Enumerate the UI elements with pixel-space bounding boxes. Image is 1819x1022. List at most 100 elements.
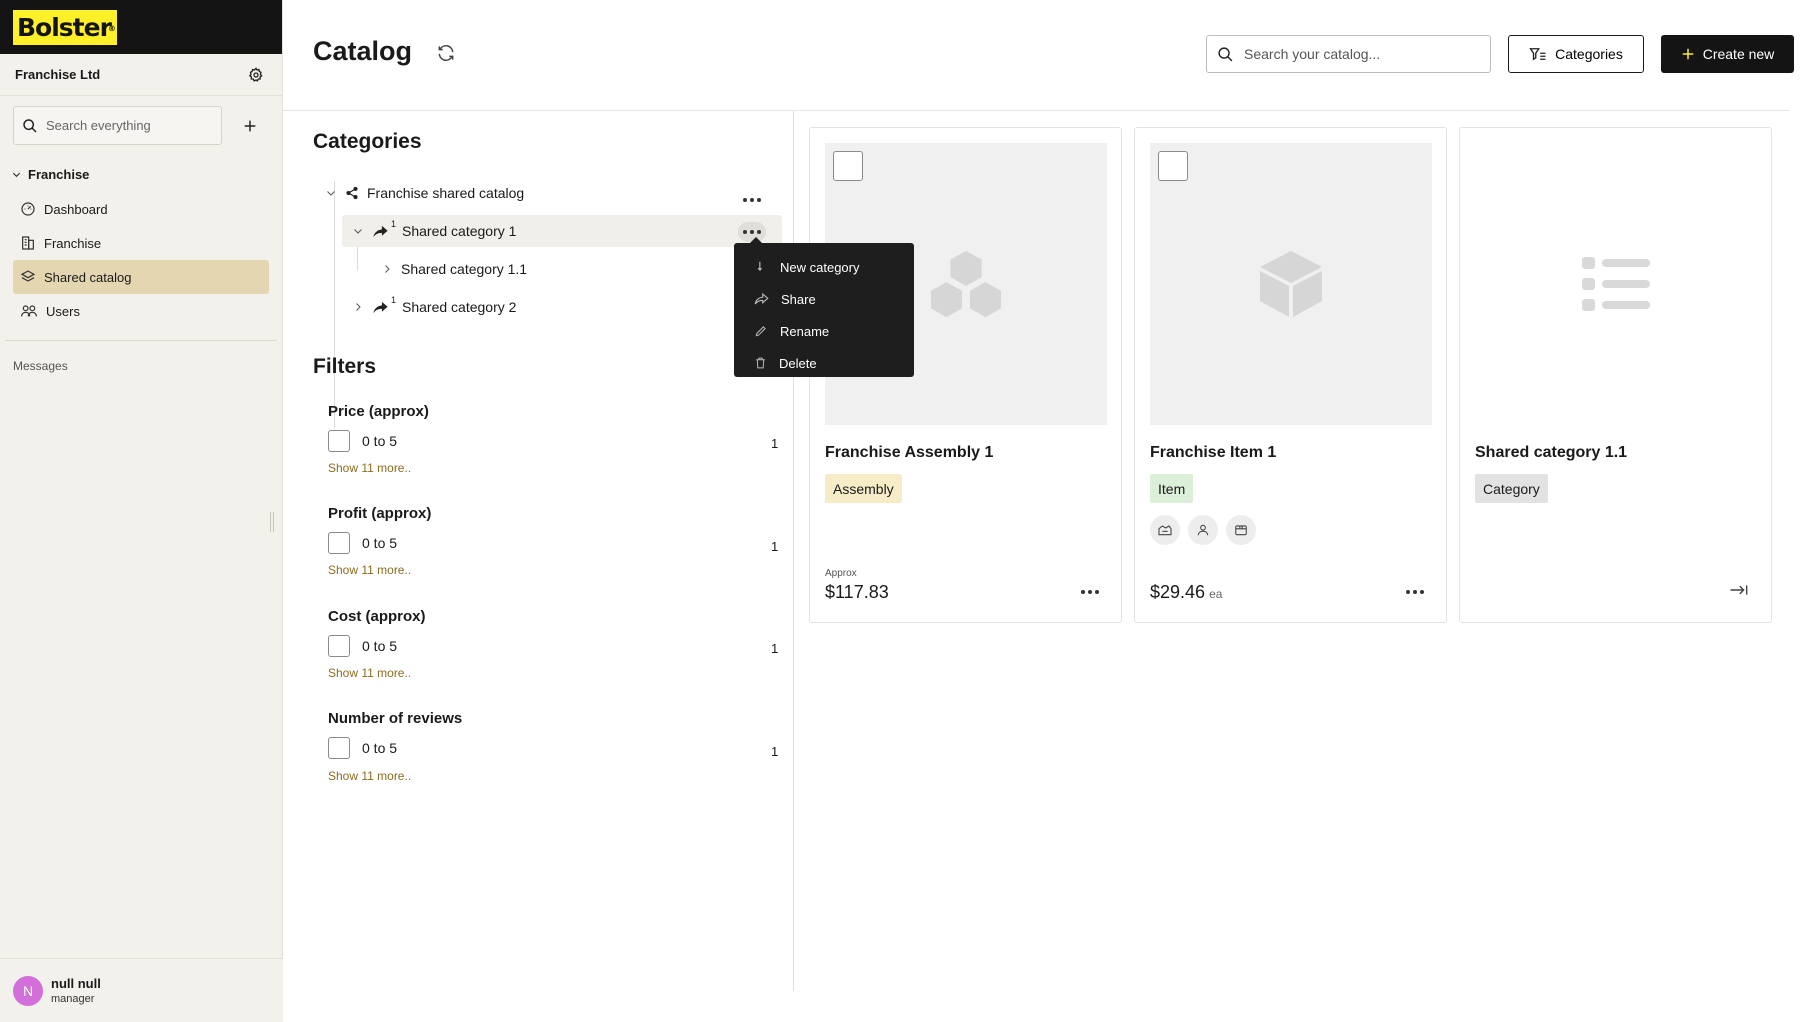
menu-item-label: New category (780, 259, 860, 275)
filter-option-label: 0 to 5 (362, 638, 398, 654)
approx-label: Approx (825, 568, 857, 579)
arrow-down-icon (757, 261, 762, 272)
boxes-icon (930, 250, 1002, 318)
catalog-card-item[interactable]: Franchise Item 1 Item $29.46 ea (1134, 127, 1447, 623)
sidebar: Bolster® Franchise Ltd Franchise Dashboa… (0, 0, 283, 1022)
show-more-link[interactable]: Show 11 more.. (328, 461, 411, 475)
tree-node-menu-button[interactable] (738, 190, 766, 210)
catalog-search-input[interactable] (1244, 46, 1474, 62)
filter-count: 1 (771, 744, 779, 759)
tree-node-shared-category-1-1[interactable]: Shared category 1.1 (381, 253, 761, 285)
chevron-down-icon (354, 229, 362, 234)
users-icon (21, 305, 37, 317)
menu-item-label: Delete (779, 355, 817, 371)
filter-option-label: 0 to 5 (362, 740, 398, 756)
list-icon (1582, 257, 1650, 311)
sidebar-search (13, 106, 222, 145)
catalog-icon (20, 270, 36, 282)
labor-icon[interactable] (1150, 515, 1180, 545)
material-box-icon[interactable] (1226, 515, 1256, 545)
menu-item-rename[interactable]: Rename (734, 315, 914, 347)
category-context-menu: New category Share Rename Delete (734, 237, 914, 379)
filter-option[interactable]: 0 to 5 (328, 532, 397, 554)
card-title: Franchise Assembly 1 (825, 444, 994, 461)
shared-arrow-icon (373, 301, 388, 313)
filter-checkbox[interactable] (328, 430, 350, 452)
more-dots-icon (743, 230, 761, 234)
filter-title: Price (approx) (328, 403, 429, 420)
sidebar-item-dashboard[interactable]: Dashboard (13, 192, 269, 226)
tree-node-shared-category-1[interactable]: 1 Shared category 1 (342, 215, 782, 247)
logo-mark: ® (107, 23, 116, 33)
share-icon (754, 292, 769, 305)
add-icon[interactable] (239, 115, 261, 137)
card-checkbox[interactable] (1158, 151, 1188, 181)
avatar: N (13, 975, 43, 1006)
more-dots-icon[interactable] (1406, 590, 1424, 594)
sidebar-item-franchise[interactable]: Franchise (13, 226, 269, 260)
page-header: Catalog Categories Create new (283, 0, 1794, 111)
menu-item-delete[interactable]: Delete (734, 347, 914, 379)
create-new-button[interactable]: Create new (1661, 35, 1794, 73)
card-action-icons (1150, 515, 1256, 545)
filter-count: 1 (771, 436, 779, 451)
sidebar-item-shared-catalog[interactable]: Shared catalog (13, 260, 269, 294)
filter-checkbox[interactable] (328, 635, 350, 657)
more-dots-icon[interactable] (1081, 590, 1099, 594)
categories-button[interactable]: Categories (1508, 35, 1644, 73)
sidebar-search-input[interactable] (46, 118, 206, 133)
filter-title: Cost (approx) (328, 608, 426, 625)
type-badge: Category (1475, 474, 1548, 503)
menu-item-new-category[interactable]: New category (734, 251, 914, 283)
filter-option[interactable]: 0 to 5 (328, 635, 397, 657)
filter-count: 1 (771, 539, 779, 554)
show-more-link[interactable]: Show 11 more.. (328, 563, 411, 577)
section-title: Franchise (28, 167, 90, 182)
show-more-link[interactable]: Show 11 more.. (328, 666, 411, 680)
categories-button-label: Categories (1555, 46, 1623, 62)
filter-option[interactable]: 0 to 5 (328, 737, 397, 759)
type-badge: Item (1150, 474, 1194, 503)
filter-option[interactable]: 0 to 5 (328, 430, 397, 452)
more-dots-icon (743, 198, 761, 202)
show-more-link[interactable]: Show 11 more.. (328, 769, 411, 783)
panel-resize-handle[interactable] (270, 512, 278, 532)
refresh-icon[interactable] (436, 43, 456, 68)
card-checkbox[interactable] (833, 151, 863, 181)
box-icon (1260, 251, 1322, 317)
building-icon (22, 236, 34, 250)
card-title: Franchise Item 1 (1150, 444, 1277, 461)
pencil-icon (755, 326, 766, 337)
share-nodes-icon (346, 186, 358, 200)
chevron-down-icon (327, 191, 335, 196)
plus-icon (1682, 48, 1693, 60)
bolster-logo[interactable]: Bolster ® (13, 9, 117, 45)
user-role: manager (51, 993, 95, 1005)
create-new-label: Create new (1702, 46, 1775, 62)
type-badge: Assembly (825, 474, 902, 503)
sidebar-nav: Dashboard Franchise Shared catalog Users (0, 192, 282, 328)
open-arrow-icon[interactable] (1729, 583, 1749, 602)
filter-checkbox[interactable] (328, 532, 350, 554)
categories-heading: Categories (313, 130, 422, 153)
sidebar-item-users[interactable]: Users (13, 294, 269, 328)
catalog-card-category[interactable]: Shared category 1.1 Category (1459, 127, 1772, 623)
tree-node-shared-category-2[interactable]: 1 Shared category 2 (352, 291, 752, 323)
filter-checkbox[interactable] (328, 737, 350, 759)
menu-item-share[interactable]: Share (734, 283, 914, 315)
user-bar[interactable]: N null null manager (0, 958, 283, 1022)
gear-icon[interactable] (245, 64, 267, 86)
dashboard-icon (21, 202, 35, 216)
person-icon[interactable] (1188, 515, 1218, 545)
page-title: Catalog (313, 36, 413, 66)
messages-label[interactable]: Messages (0, 341, 282, 373)
tree-node-root[interactable]: Franchise shared catalog (325, 177, 765, 209)
sidebar-item-label: Dashboard (44, 201, 108, 217)
shared-arrow-icon (373, 225, 388, 237)
logo-bar: Bolster ® (0, 0, 282, 54)
section-franchise[interactable]: Franchise (0, 167, 282, 182)
logo-text: Bolster (17, 12, 112, 42)
sidebar-search-row (0, 106, 282, 145)
tree-node-label: Franchise shared catalog (367, 185, 525, 201)
tree-guide (334, 181, 335, 429)
